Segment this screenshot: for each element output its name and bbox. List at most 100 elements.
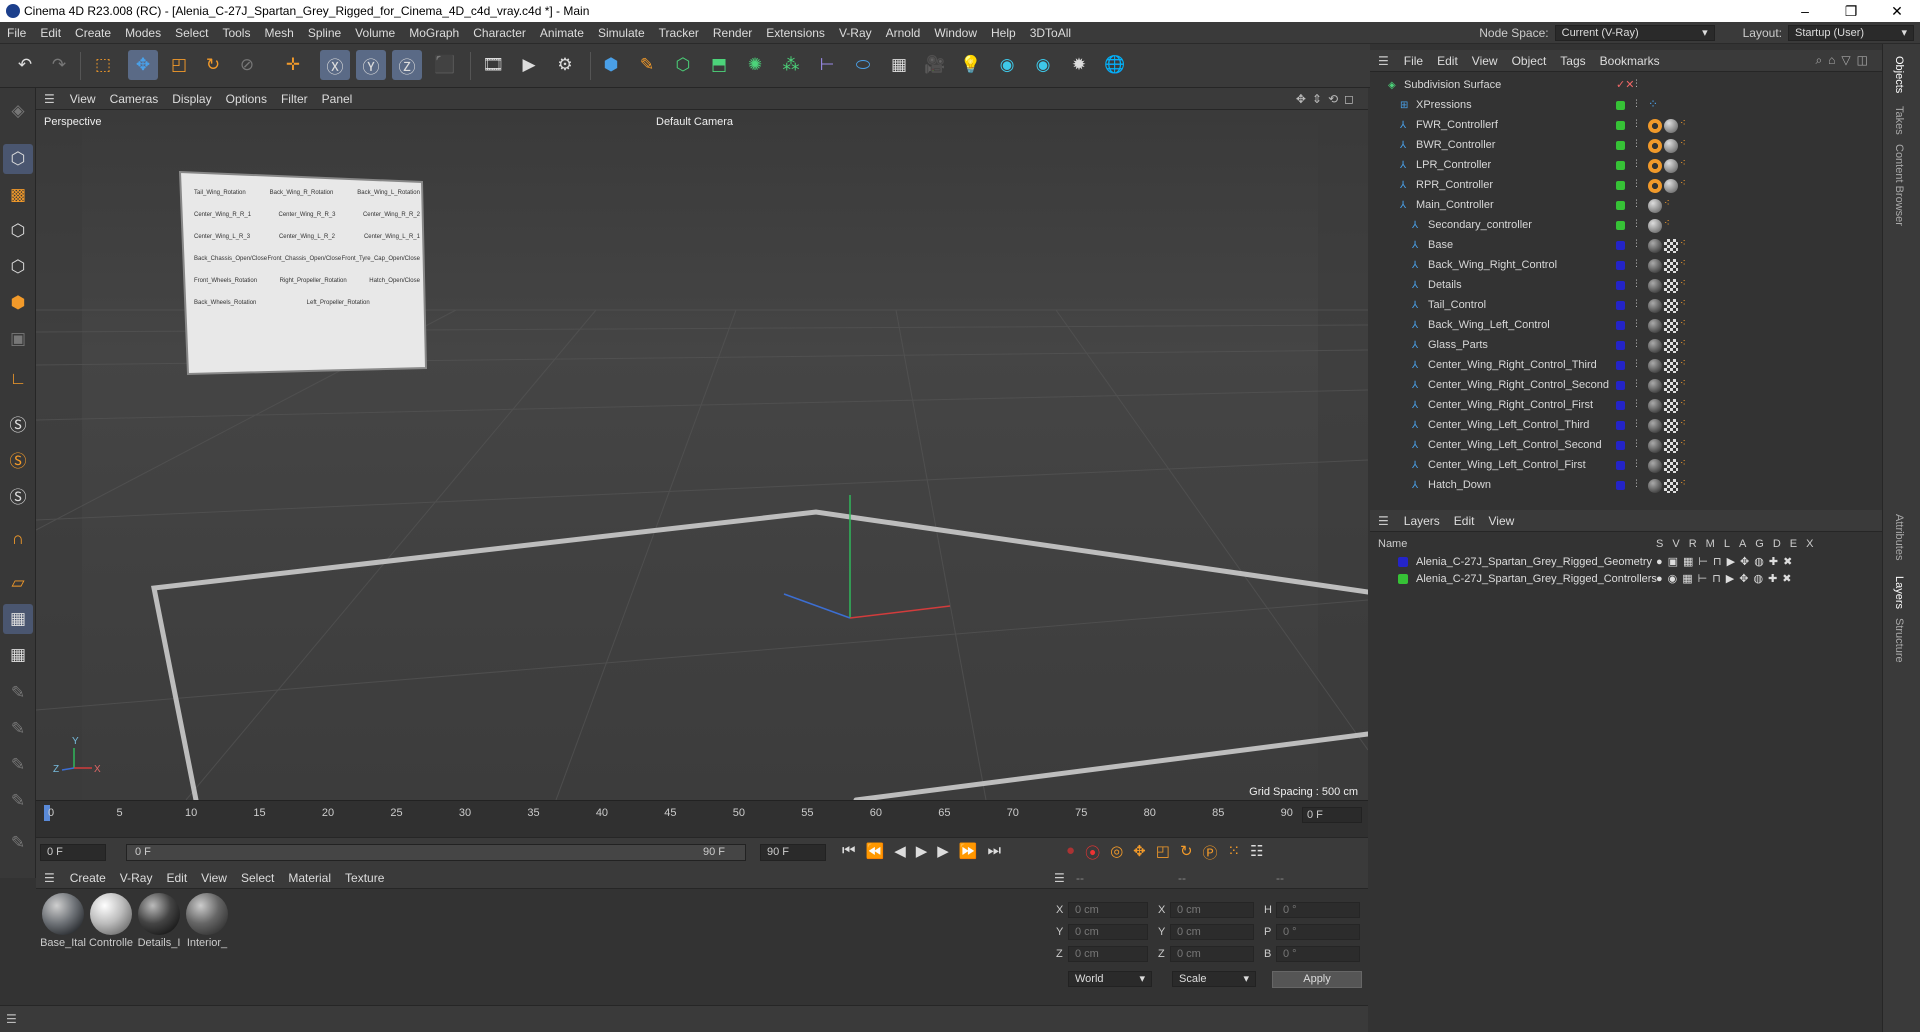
vray-settings-icon[interactable]: ✹ <box>1064 50 1094 80</box>
uvw-tag-icon[interactable] <box>1664 239 1678 253</box>
layer-color-dot[interactable] <box>1616 221 1625 230</box>
object-manager-tools-icons[interactable]: ⌕⌂▽◫ <box>1815 53 1874 68</box>
timeline-window-icon[interactable]: ☷ <box>1250 842 1263 863</box>
cube-object-icon[interactable]: ⬢ <box>596 50 626 80</box>
menu-select[interactable]: Select <box>168 26 215 40</box>
go-to-start-icon[interactable]: ⏮ <box>842 842 856 860</box>
menu-edit[interactable]: Edit <box>33 26 68 40</box>
layer-color-dot[interactable] <box>1616 281 1625 290</box>
layer-color-dot[interactable] <box>1616 461 1625 470</box>
visibility-toggle-icon[interactable]: ⋮ <box>1632 358 1641 369</box>
apply-button[interactable]: Apply <box>1272 971 1362 988</box>
uvw-tag-icon[interactable] <box>1664 359 1678 373</box>
menu-character[interactable]: Character <box>466 26 533 40</box>
layer-color-dot[interactable] <box>1616 241 1625 250</box>
visibility-toggle-icon[interactable]: ⋮ <box>1632 338 1641 349</box>
protection-tag-icon[interactable] <box>1648 159 1662 173</box>
polygons-mode-icon[interactable]: ⬢ <box>3 288 33 318</box>
visibility-toggle-icon[interactable]: ⋮ <box>1632 298 1641 309</box>
layer-menu-edit[interactable]: Edit <box>1447 514 1482 528</box>
hamburger-icon[interactable]: ☰ <box>36 871 63 885</box>
layer-color-dot[interactable] <box>1616 321 1625 330</box>
visibility-toggle-icon[interactable]: ⋮ <box>1632 218 1641 229</box>
material-menu-select[interactable]: Select <box>234 871 281 885</box>
keyframe-selection-icon[interactable]: ◎ <box>1110 842 1123 863</box>
material-tag-icon[interactable] <box>1648 279 1662 293</box>
python-tag-icon[interactable]: ⁖ <box>1680 318 1686 329</box>
layer-color-dot[interactable] <box>1616 481 1625 490</box>
floor-object-icon[interactable]: ▦ <box>884 50 914 80</box>
uvw-tag-icon[interactable] <box>1664 319 1678 333</box>
material-tag-icon[interactable] <box>1648 439 1662 453</box>
material-tag-icon[interactable] <box>1648 319 1662 333</box>
python-tag-icon[interactable]: ⁖ <box>1680 478 1686 489</box>
uvw-tag-icon[interactable] <box>1664 279 1678 293</box>
record-icon[interactable]: ● <box>1066 842 1075 863</box>
object-row[interactable]: ⅄ FWR_Controllerf ⋮ ⁖ <box>1370 116 1882 136</box>
uvw-tag-icon[interactable] <box>1664 259 1678 273</box>
uvw-tag-icon[interactable] <box>1664 459 1678 473</box>
x-axis-lock-icon[interactable]: Ⓧ <box>320 50 350 80</box>
xpresso-tag-icon[interactable]: ⁘ <box>1648 97 1658 111</box>
menu-create[interactable]: Create <box>68 26 118 40</box>
menu-tracker[interactable]: Tracker <box>652 26 706 40</box>
viewport-menu-options[interactable]: Options <box>219 92 274 106</box>
snap-icon[interactable]: ∩ <box>3 524 33 554</box>
material-tag-icon[interactable] <box>1648 399 1662 413</box>
layer-color-dot[interactable] <box>1616 161 1625 170</box>
object-row[interactable]: ◈ Subdivision Surface ⋮ ✓✕ <box>1370 76 1882 96</box>
object-row[interactable]: ⅄ Details ⋮ ⁖ <box>1370 276 1882 296</box>
enable-toggle-icon[interactable]: ✓✕ <box>1616 78 1634 91</box>
python-tag-icon[interactable]: ⁖ <box>1664 218 1670 229</box>
material-tag-icon[interactable] <box>1664 119 1678 133</box>
python-tag-icon[interactable]: ⁖ <box>1680 438 1686 449</box>
menu-3dtoall[interactable]: 3DToAll <box>1023 26 1078 40</box>
protection-tag-icon[interactable] <box>1648 179 1662 193</box>
deformer-icon[interactable]: ⊢ <box>812 50 842 80</box>
light-object-icon[interactable]: 💡 <box>956 50 986 80</box>
python-tag-icon[interactable]: ⁖ <box>1680 458 1686 469</box>
protection-tag-icon[interactable] <box>1648 119 1662 133</box>
points-mode-icon[interactable]: ⬡ <box>3 216 33 246</box>
y-axis-lock-icon[interactable]: Ⓨ <box>356 50 386 80</box>
python-tag-icon[interactable]: ⁖ <box>1680 118 1686 129</box>
object-menu-view[interactable]: View <box>1465 54 1505 68</box>
uv-mode-icon[interactable]: ▣ <box>3 324 33 354</box>
layer-color-swatch[interactable] <box>1398 574 1408 584</box>
object-row[interactable]: ⅄ Glass_Parts ⋮ ⁖ <box>1370 336 1882 356</box>
object-menu-bookmarks[interactable]: Bookmarks <box>1593 54 1667 68</box>
layer-menu-view[interactable]: View <box>1481 514 1521 528</box>
current-frame-field[interactable]: 0 F <box>1302 807 1362 823</box>
render-view-icon[interactable]: 🎞 <box>478 50 508 80</box>
previous-key-icon[interactable]: ⏪ <box>866 842 885 860</box>
material-tag-icon[interactable] <box>1648 299 1662 313</box>
layer-flag-icons[interactable]: ●▣▦⊢⊓▶✥◍✚✖ <box>1656 555 1797 568</box>
object-row[interactable]: ⅄ RPR_Controller ⋮ ⁖ <box>1370 176 1882 196</box>
uvw-tag-icon[interactable] <box>1664 439 1678 453</box>
layer-row[interactable]: Alenia_C-27J_Spartan_Grey_Rigged_Geometr… <box>1370 554 1882 571</box>
object-row[interactable]: ⅄ Hatch_Down ⋮ ⁖ <box>1370 476 1882 496</box>
hamburger-icon[interactable]: ☰ <box>36 92 63 106</box>
close-button[interactable]: ✕ <box>1874 0 1920 22</box>
menu-file[interactable]: File <box>0 26 33 40</box>
material-swatch[interactable]: Controlle <box>88 893 134 949</box>
mograph-icon[interactable]: ⁂ <box>776 50 806 80</box>
object-row[interactable]: ⅄ Main_Controller ⋮ ⁖ <box>1370 196 1882 216</box>
magnet-icon[interactable]: ✎ <box>3 828 33 858</box>
visibility-toggle-icon[interactable]: ⋮ <box>1632 458 1641 469</box>
object-row[interactable]: ⅄ Center_Wing_Left_Control_Third ⋮ ⁖ <box>1370 416 1882 436</box>
brush-icon[interactable]: ✎ <box>3 750 33 780</box>
menu-modes[interactable]: Modes <box>118 26 168 40</box>
object-row[interactable]: ⅄ Center_Wing_Left_Control_Second ⋮ ⁖ <box>1370 436 1882 456</box>
uvw-tag-icon[interactable] <box>1664 479 1678 493</box>
menu-render[interactable]: Render <box>706 26 759 40</box>
python-tag-icon[interactable]: ⁖ <box>1680 258 1686 269</box>
uvw-tag-icon[interactable] <box>1664 379 1678 393</box>
material-menu-vray[interactable]: V-Ray <box>113 871 160 885</box>
python-tag-icon[interactable]: ⁖ <box>1680 238 1686 249</box>
python-tag-icon[interactable]: ⁖ <box>1680 158 1686 169</box>
material-tag-icon[interactable] <box>1664 179 1678 193</box>
python-tag-icon[interactable]: ⁖ <box>1680 178 1686 189</box>
size-z-field[interactable]: 0 cm <box>1170 946 1254 962</box>
viewport-menu-view[interactable]: View <box>63 92 103 106</box>
